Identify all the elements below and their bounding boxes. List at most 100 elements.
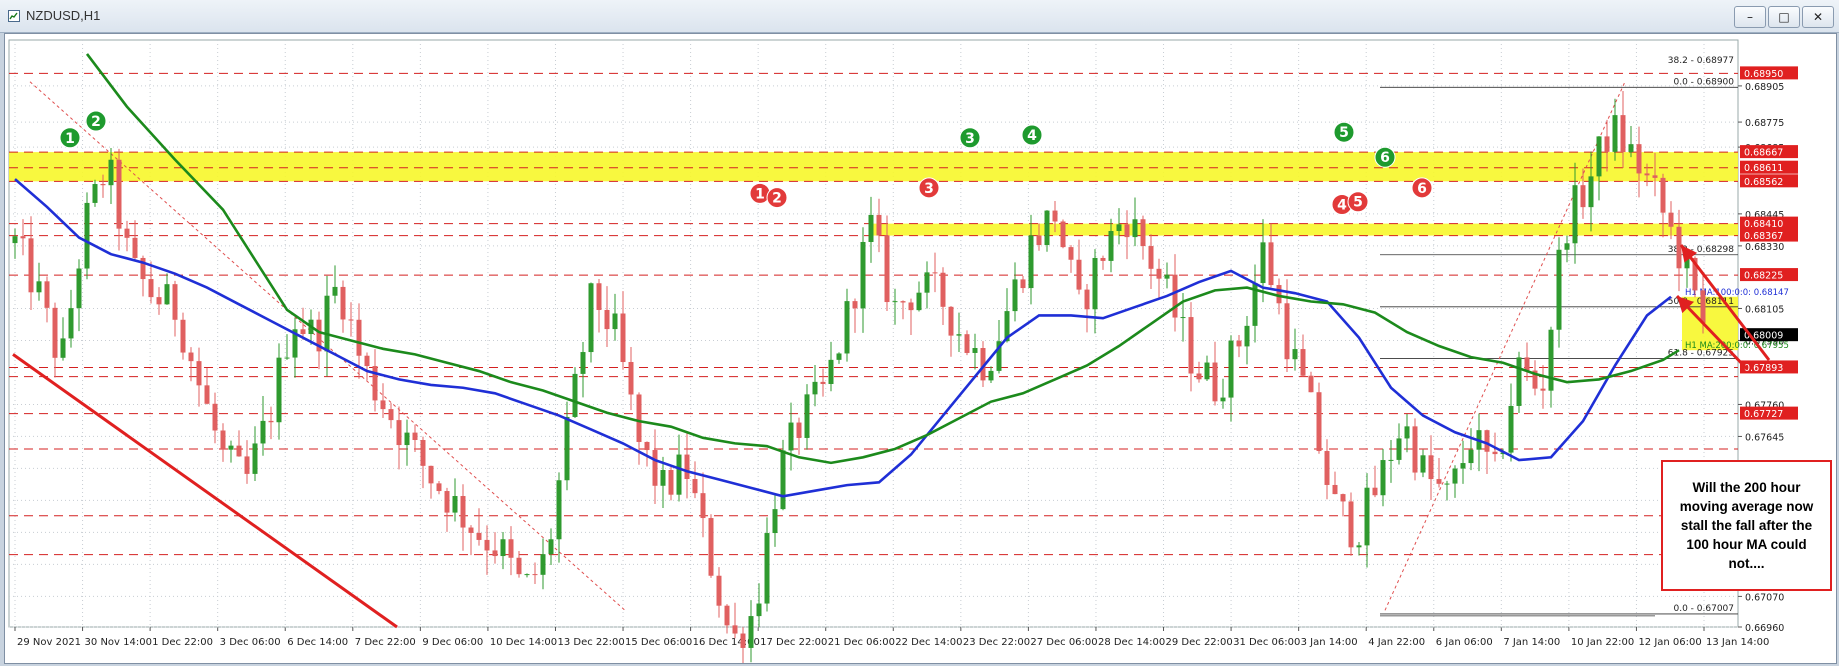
price-tag-label: 0.68410 (1744, 219, 1783, 230)
candle-body (764, 533, 770, 604)
candle-body (1340, 494, 1346, 502)
candle-body (932, 272, 938, 274)
candle-body (540, 554, 546, 575)
price-chart[interactable]: 29 Nov 2021 30 Nov 14:00 1 Dec 22:00 3 Dec … (5, 34, 1836, 663)
x-tick-label: 30 Nov 14:00 (85, 637, 152, 648)
chart-area[interactable]: 29 Nov 2021 30 Nov 14:00 1 Dec 22:00 3 Dec … (4, 33, 1837, 664)
y-tick-label: 0.67070 (1745, 592, 1784, 603)
x-tick-label: 22 Dec 14:00 (895, 637, 962, 648)
candle-body (220, 430, 226, 450)
x-tick-label: 13 Jan 14:00 (1706, 637, 1769, 648)
close-button[interactable]: ✕ (1802, 6, 1834, 28)
minimize-button[interactable]: – (1734, 6, 1766, 28)
candle-body (484, 539, 490, 551)
candle-body (1268, 242, 1274, 286)
candle-body (476, 532, 482, 540)
candle-body (1628, 144, 1634, 153)
candle-body (108, 159, 114, 186)
candle-body (852, 301, 858, 309)
candle-body (1604, 136, 1610, 152)
candle-body (1140, 219, 1146, 247)
candle-body (1172, 274, 1178, 318)
candle-body (1668, 212, 1674, 227)
x-tick-label: 7 Dec 22:00 (355, 637, 416, 648)
candle-body (620, 313, 626, 363)
price-tag-label: 0.68950 (1744, 69, 1783, 80)
candle-body (1212, 362, 1218, 402)
candle-body (876, 214, 882, 236)
candle-body (556, 480, 562, 540)
candle-body (1660, 177, 1666, 213)
chart-window-icon (8, 10, 20, 22)
x-tick-label: 10 Jan 22:00 (1571, 637, 1634, 648)
candle-body (1156, 268, 1162, 279)
y-tick-label: 0.68905 (1745, 82, 1784, 93)
x-tick-label: 9 Dec 06:00 (422, 637, 483, 648)
candle-body (196, 361, 202, 386)
candle-body (820, 381, 826, 384)
candle-body (588, 283, 594, 353)
price-tag-label: 0.68667 (1744, 148, 1783, 159)
candle-body (284, 357, 290, 359)
x-tick-label: 29 Dec 22:00 (1166, 637, 1233, 648)
price-tag-label: 0.68611 (1744, 163, 1783, 174)
candle-body (1436, 479, 1442, 484)
x-tick-label: 28 Dec 14:00 (1098, 637, 1165, 648)
candle-body (444, 491, 450, 513)
candle-body (1052, 210, 1058, 222)
marker-label: 4 (1027, 128, 1037, 144)
candle-body (1620, 115, 1626, 153)
candle-body (956, 334, 962, 336)
candle-body (1644, 173, 1650, 176)
candle-body (260, 420, 266, 444)
candle-body (1124, 224, 1130, 238)
candle-body (188, 352, 194, 362)
candle-body (340, 286, 346, 320)
candle-body (1092, 257, 1098, 310)
candle-body (580, 352, 586, 374)
fib-label: 0.0 - 0.67007 (1674, 604, 1735, 614)
candle-body (396, 420, 402, 446)
candle-body (1524, 357, 1530, 371)
maximize-button[interactable]: □ (1768, 6, 1800, 28)
candle-body (1588, 176, 1594, 208)
candle-body (420, 440, 426, 466)
candle-body (1028, 235, 1034, 289)
candle-body (532, 574, 538, 576)
candle-body (668, 470, 674, 495)
candle-body (1372, 487, 1378, 496)
price-tag-label: 0.67893 (1744, 363, 1783, 374)
candle-body (708, 518, 714, 576)
candle-body (100, 184, 106, 186)
candle-body (892, 301, 898, 303)
support-resistance-zone (870, 223, 1738, 236)
candle-body (988, 370, 994, 381)
candle-body (1484, 430, 1490, 452)
candle-body (92, 184, 98, 203)
candle-body (508, 539, 514, 558)
candle-body (1316, 392, 1322, 452)
candle-body (1388, 459, 1394, 461)
candle-body (572, 373, 578, 417)
marker-label: 2 (772, 191, 782, 207)
candle-body (1036, 235, 1042, 246)
window-title: NZDUSD,H1 (26, 8, 101, 23)
marker-label: 1 (755, 186, 765, 202)
candle-body (516, 557, 522, 575)
candle-body (1412, 426, 1418, 473)
candle-body (52, 307, 58, 358)
candle-body (828, 359, 834, 384)
y-tick-label: 0.68330 (1745, 242, 1784, 253)
candle-body (652, 450, 658, 486)
fib-label: 38.2 - 0.68977 (1668, 56, 1734, 66)
candle-body (404, 432, 410, 446)
chart-window: NZDUSD,H1 – □ ✕ 29 Nov 2021 30 Nov 14:00 1… (0, 0, 1839, 666)
candle-body (1508, 405, 1514, 453)
marker-label: 6 (1417, 181, 1427, 197)
y-tick-label: 0.68775 (1745, 118, 1784, 129)
x-tick-label: 7 Jan 14:00 (1503, 637, 1560, 648)
candle-body (724, 605, 730, 626)
candle-body (1452, 468, 1458, 484)
title-bar: NZDUSD,H1 – □ ✕ (0, 0, 1839, 33)
candle-body (756, 603, 762, 617)
